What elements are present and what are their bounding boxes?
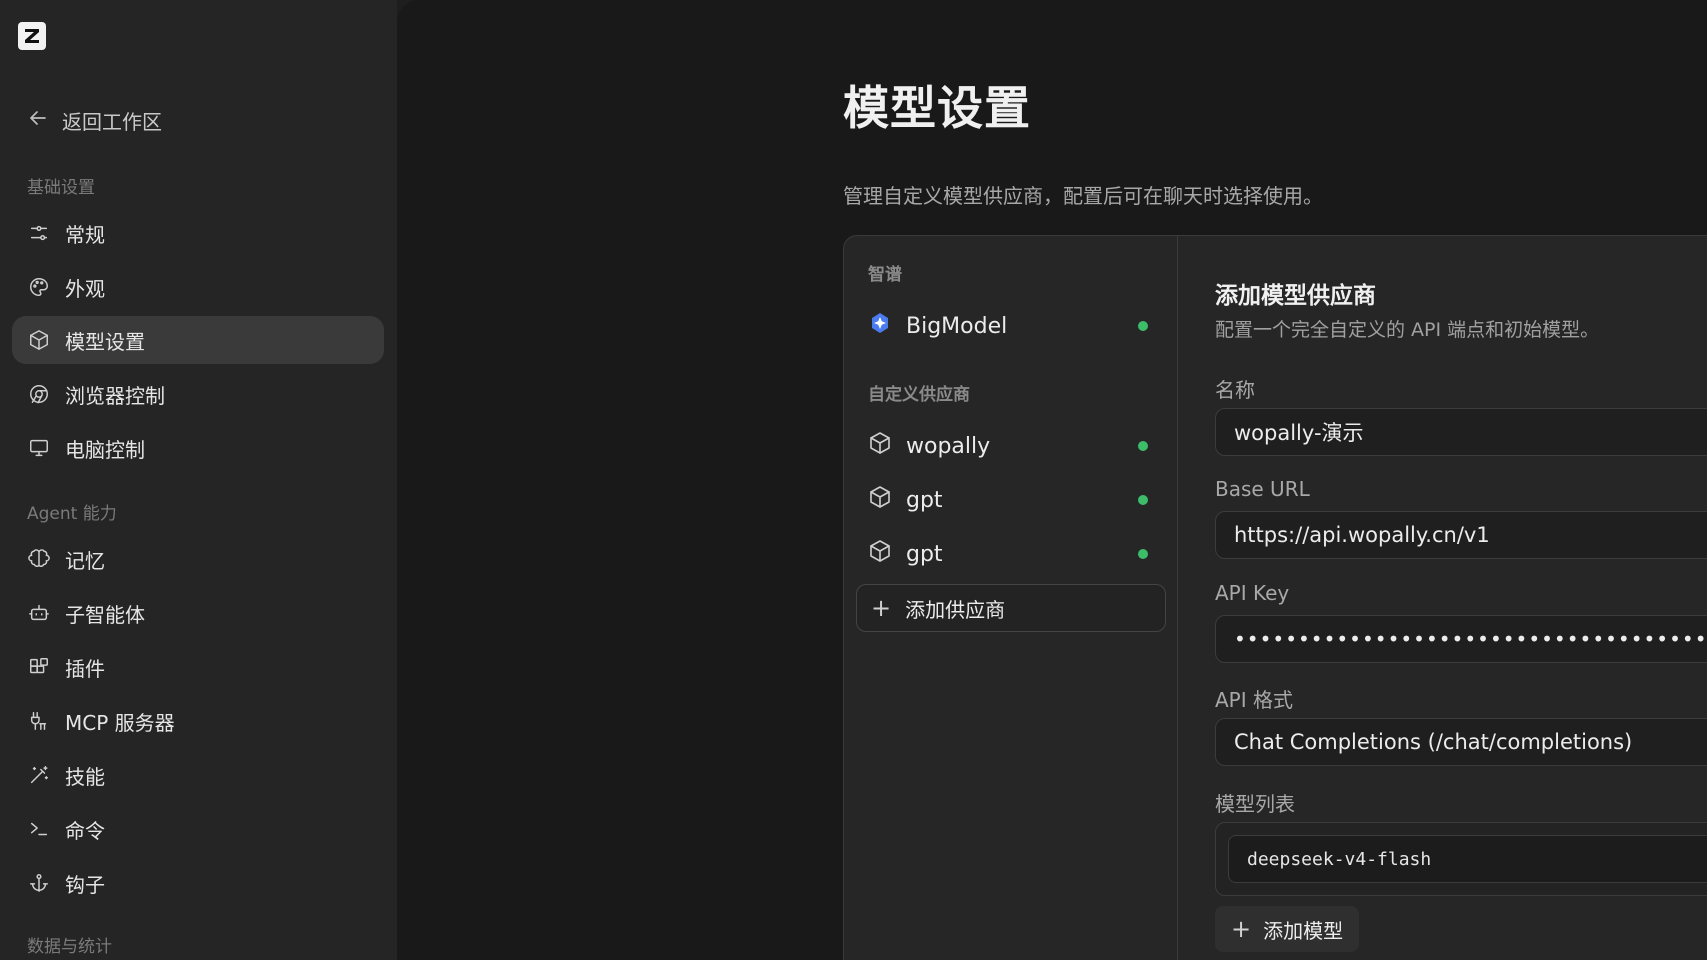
sidebar-item-label: 子智能体 bbox=[65, 602, 145, 627]
add-model-label: 添加模型 bbox=[1263, 918, 1344, 943]
provider-item-wopally[interactable]: wopally bbox=[856, 423, 1166, 469]
base-url-input[interactable]: https://api.wopally.cn/v1 bbox=[1215, 511, 1707, 559]
sidebar-item-commands[interactable]: 命令 bbox=[12, 805, 384, 853]
name-label: 名称 bbox=[1215, 378, 1255, 402]
provider-panel: 智谱 BigModel 自定义供应商 wopally gpt gpt + 添加供… bbox=[843, 235, 1707, 960]
cube-icon bbox=[868, 539, 892, 569]
sidebar-item-label: MCP 服务器 bbox=[65, 710, 175, 735]
brain-icon bbox=[27, 547, 51, 571]
provider-item-bigmodel[interactable]: BigModel bbox=[856, 303, 1166, 349]
arrow-left-icon bbox=[28, 108, 48, 133]
back-label: 返回工作区 bbox=[62, 109, 162, 134]
provider-name: BigModel bbox=[906, 313, 1008, 339]
sidebar: 返回工作区 基础设置 常规 外观 模型设置 浏览器控制 电脑控制 Agent 能… bbox=[0, 0, 397, 960]
wand-icon bbox=[27, 763, 51, 787]
provider-list: 智谱 BigModel 自定义供应商 wopally gpt gpt + 添加供… bbox=[844, 236, 1178, 960]
blocks-icon bbox=[27, 655, 51, 679]
section-basic-settings: 基础设置 bbox=[27, 178, 95, 198]
add-model-button[interactable]: + 添加模型 bbox=[1215, 906, 1360, 952]
model-input[interactable]: deepseek-v4-flash bbox=[1228, 835, 1707, 883]
form-description: 配置一个完全自定义的 API 端点和初始模型。 bbox=[1215, 319, 1600, 341]
plus-icon: + bbox=[1231, 915, 1252, 943]
sidebar-item-hooks[interactable]: 钩子 bbox=[12, 859, 384, 907]
sidebar-item-label: 钩子 bbox=[65, 872, 105, 897]
anchor-icon bbox=[27, 871, 51, 895]
sidebar-item-memory[interactable]: 记忆 bbox=[12, 535, 384, 583]
plug-icon bbox=[27, 709, 51, 733]
name-input[interactable]: wopally-演示 bbox=[1215, 408, 1707, 456]
sidebar-item-label: 外观 bbox=[65, 276, 105, 301]
provider-form: 添加模型供应商 配置一个完全自定义的 API 端点和初始模型。 名称 wopal… bbox=[1178, 236, 1707, 960]
sidebar-item-mcp-servers[interactable]: MCP 服务器 bbox=[12, 697, 384, 745]
sidebar-item-sub-agents[interactable]: 子智能体 bbox=[12, 589, 384, 637]
api-format-label: API 格式 bbox=[1215, 688, 1293, 712]
sidebar-item-browser-control[interactable]: 浏览器控制 bbox=[12, 370, 384, 418]
model-list: deepseek-v4-flash bbox=[1215, 822, 1707, 896]
sidebar-item-computer-control[interactable]: 电脑控制 bbox=[12, 424, 384, 472]
plus-icon: + bbox=[871, 594, 892, 622]
page-description: 管理自定义模型供应商，配置后可在聊天时选择使用。 bbox=[843, 184, 1323, 208]
provider-name: wopally bbox=[906, 433, 991, 459]
palette-icon bbox=[27, 275, 51, 299]
api-key-input[interactable]: ••••••••••••••••••••••••••••••••••••••••… bbox=[1215, 615, 1707, 663]
back-to-workspace-button[interactable]: 返回工作区 bbox=[28, 103, 162, 137]
cube-icon bbox=[868, 431, 892, 461]
provider-item-gpt[interactable]: gpt bbox=[856, 477, 1166, 523]
app-logo bbox=[18, 22, 46, 50]
z-logo-icon bbox=[25, 29, 39, 43]
cube-icon bbox=[868, 485, 892, 515]
bot-icon bbox=[27, 601, 51, 625]
provider-name: gpt bbox=[906, 487, 943, 513]
provider-name: gpt bbox=[906, 541, 943, 567]
add-provider-label: 添加供应商 bbox=[905, 597, 1006, 622]
status-dot bbox=[1138, 495, 1148, 505]
add-provider-button[interactable]: + 添加供应商 bbox=[856, 584, 1166, 632]
bigmodel-logo-icon bbox=[868, 311, 892, 341]
sidebar-item-label: 插件 bbox=[65, 656, 105, 681]
base-url-label: Base URL bbox=[1215, 477, 1310, 501]
status-dot bbox=[1138, 441, 1148, 451]
sidebar-item-label: 常规 bbox=[65, 222, 105, 247]
sidebar-item-plugins[interactable]: 插件 bbox=[12, 643, 384, 691]
main-content: 模型设置 管理自定义模型供应商，配置后可在聊天时选择使用。 智谱 BigMode… bbox=[397, 0, 1707, 960]
sidebar-item-label: 浏览器控制 bbox=[65, 383, 165, 408]
chrome-icon bbox=[27, 382, 51, 406]
sidebar-item-skills[interactable]: 技能 bbox=[12, 751, 384, 799]
cube-icon bbox=[27, 328, 51, 352]
form-title: 添加模型供应商 bbox=[1215, 283, 1376, 309]
settings-app: 返回工作区 基础设置 常规 外观 模型设置 浏览器控制 电脑控制 Agent 能… bbox=[0, 0, 1707, 960]
group-label-custom: 自定义供应商 bbox=[868, 385, 970, 405]
sidebar-item-model-settings[interactable]: 模型设置 bbox=[12, 316, 384, 364]
sliders-icon bbox=[27, 221, 51, 245]
api-format-select[interactable]: Chat Completions (/chat/completions) bbox=[1215, 718, 1707, 766]
sidebar-item-label: 技能 bbox=[65, 764, 105, 789]
status-dot bbox=[1138, 321, 1148, 331]
section-agent-capabilities: Agent 能力 bbox=[27, 504, 117, 524]
section-data-stats: 数据与统计 bbox=[27, 937, 112, 957]
provider-item-gpt-2[interactable]: gpt bbox=[856, 531, 1166, 577]
sidebar-item-label: 电脑控制 bbox=[65, 437, 145, 462]
terminal-icon bbox=[27, 817, 51, 841]
models-label: 模型列表 bbox=[1215, 792, 1295, 816]
sidebar-item-label: 命令 bbox=[65, 818, 105, 843]
group-label-zhipu: 智谱 bbox=[868, 265, 902, 285]
sidebar-item-label: 模型设置 bbox=[65, 329, 145, 354]
api-key-label: API Key bbox=[1215, 581, 1290, 605]
sidebar-item-label: 记忆 bbox=[65, 548, 105, 573]
sidebar-item-appearance[interactable]: 外观 bbox=[12, 263, 384, 311]
monitor-icon bbox=[27, 436, 51, 460]
status-dot bbox=[1138, 549, 1148, 559]
sidebar-item-general[interactable]: 常规 bbox=[12, 209, 384, 257]
page-title: 模型设置 bbox=[843, 81, 1031, 135]
